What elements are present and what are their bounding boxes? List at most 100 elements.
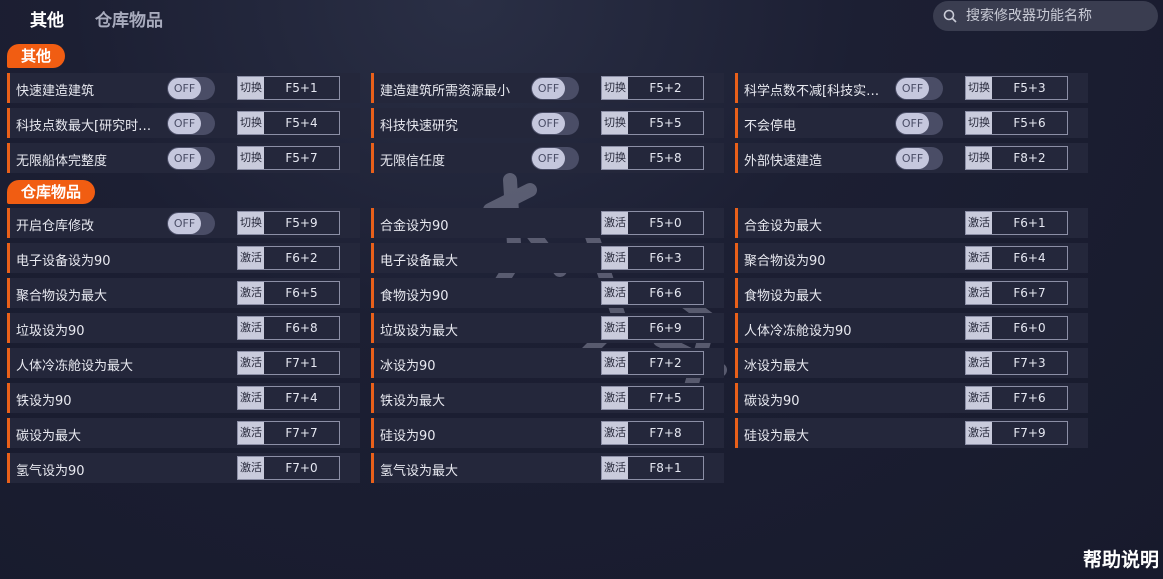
hotkey-label[interactable]: F7+2 [628,352,703,374]
action-label[interactable]: 激活 [966,422,992,444]
hotkey-label[interactable]: F7+4 [264,387,339,409]
hotkey-box[interactable]: 激活 F7+5 [601,386,704,410]
action-label[interactable]: 激活 [238,387,264,409]
hotkey-box[interactable]: 切换 F5+4 [237,111,340,135]
hotkey-box[interactable]: 切换 F5+7 [237,146,340,170]
hotkey-box[interactable]: 切换 F5+8 [601,146,704,170]
action-label[interactable]: 激活 [238,422,264,444]
hotkey-box[interactable]: 激活 F7+1 [237,351,340,375]
hotkey-label[interactable]: F8+1 [628,457,703,479]
hotkey-label[interactable]: F5+9 [264,212,339,234]
toggle-switch[interactable]: OFF [167,212,215,235]
action-label[interactable]: 切换 [238,147,264,169]
action-label[interactable]: 激活 [966,352,992,374]
hotkey-box[interactable]: 激活 F6+0 [965,316,1068,340]
hotkey-box[interactable]: 激活 F6+8 [237,316,340,340]
hotkey-box[interactable]: 激活 F7+3 [965,351,1068,375]
hotkey-label[interactable]: F6+6 [628,282,703,304]
hotkey-label[interactable]: F6+9 [628,317,703,339]
hotkey-box[interactable]: 激活 F7+0 [237,456,340,480]
toggle-switch[interactable]: OFF [167,147,215,170]
hotkey-label[interactable]: F6+4 [992,247,1067,269]
action-label[interactable]: 切换 [238,212,264,234]
hotkey-box[interactable]: 激活 F7+7 [237,421,340,445]
hotkey-box[interactable]: 激活 F7+2 [601,351,704,375]
toggle-switch[interactable]: OFF [531,147,579,170]
hotkey-label[interactable]: F5+2 [628,77,703,99]
toggle-switch[interactable]: OFF [167,112,215,135]
toggle-switch[interactable]: OFF [531,77,579,100]
action-label[interactable]: 激活 [602,212,628,234]
action-label[interactable]: 激活 [602,352,628,374]
hotkey-box[interactable]: 激活 F8+1 [601,456,704,480]
hotkey-label[interactable]: F7+5 [628,387,703,409]
action-label[interactable]: 切换 [238,112,264,134]
action-label[interactable]: 激活 [966,212,992,234]
hotkey-box[interactable]: 激活 F5+0 [601,211,704,235]
hotkey-box[interactable]: 切换 F5+5 [601,111,704,135]
hotkey-label[interactable]: F7+7 [264,422,339,444]
hotkey-box[interactable]: 切换 F5+9 [237,211,340,235]
hotkey-label[interactable]: F6+7 [992,282,1067,304]
toggle-switch[interactable]: OFF [895,112,943,135]
hotkey-box[interactable]: 激活 F6+5 [237,281,340,305]
action-label[interactable]: 激活 [602,387,628,409]
action-label[interactable]: 切换 [602,112,628,134]
action-label[interactable]: 激活 [966,317,992,339]
hotkey-box[interactable]: 激活 F7+8 [601,421,704,445]
hotkey-label[interactable]: F7+0 [264,457,339,479]
hotkey-label[interactable]: F6+1 [992,212,1067,234]
action-label[interactable]: 激活 [966,387,992,409]
hotkey-label[interactable]: F6+5 [264,282,339,304]
action-label[interactable]: 激活 [238,457,264,479]
toggle-switch[interactable]: OFF [895,147,943,170]
hotkey-box[interactable]: 激活 F7+9 [965,421,1068,445]
action-label[interactable]: 激活 [238,247,264,269]
action-label[interactable]: 激活 [602,422,628,444]
hotkey-box[interactable]: 切换 F8+2 [965,146,1068,170]
hotkey-label[interactable]: F7+6 [992,387,1067,409]
tab-other[interactable]: 其他 [30,6,64,31]
hotkey-label[interactable]: F5+5 [628,112,703,134]
action-label[interactable]: 切换 [238,77,264,99]
hotkey-label[interactable]: F6+0 [992,317,1067,339]
hotkey-label[interactable]: F8+2 [992,147,1067,169]
action-label[interactable]: 激活 [602,457,628,479]
hotkey-label[interactable]: F6+2 [264,247,339,269]
hotkey-label[interactable]: F5+0 [628,212,703,234]
hotkey-box[interactable]: 激活 F6+4 [965,246,1068,270]
hotkey-label[interactable]: F7+9 [992,422,1067,444]
toggle-switch[interactable]: OFF [531,112,579,135]
hotkey-label[interactable]: F6+3 [628,247,703,269]
hotkey-label[interactable]: F5+3 [992,77,1067,99]
action-label[interactable]: 激活 [238,352,264,374]
hotkey-box[interactable]: 激活 F6+9 [601,316,704,340]
hotkey-label[interactable]: F5+1 [264,77,339,99]
action-label[interactable]: 激活 [966,282,992,304]
action-label[interactable]: 激活 [602,282,628,304]
action-label[interactable]: 激活 [602,247,628,269]
action-label[interactable]: 激活 [238,282,264,304]
hotkey-label[interactable]: F7+8 [628,422,703,444]
hotkey-label[interactable]: F6+8 [264,317,339,339]
tab-warehouse[interactable]: 仓库物品 [95,6,163,31]
action-label[interactable]: 激活 [966,247,992,269]
hotkey-label[interactable]: F5+7 [264,147,339,169]
search-input[interactable] [964,7,1148,25]
search-box[interactable] [933,1,1158,31]
action-label[interactable]: 切换 [602,147,628,169]
hotkey-label[interactable]: F5+6 [992,112,1067,134]
action-label[interactable]: 切换 [966,77,992,99]
action-label[interactable]: 切换 [966,112,992,134]
hotkey-label[interactable]: F5+8 [628,147,703,169]
hotkey-label[interactable]: F7+3 [992,352,1067,374]
action-label[interactable]: 切换 [966,147,992,169]
hotkey-box[interactable]: 切换 F5+2 [601,76,704,100]
hotkey-box[interactable]: 切换 F5+6 [965,111,1068,135]
hotkey-box[interactable]: 激活 F6+1 [965,211,1068,235]
hotkey-box[interactable]: 激活 F7+6 [965,386,1068,410]
hotkey-box[interactable]: 激活 F6+2 [237,246,340,270]
action-label[interactable]: 激活 [238,317,264,339]
action-label[interactable]: 激活 [602,317,628,339]
hotkey-label[interactable]: F5+4 [264,112,339,134]
